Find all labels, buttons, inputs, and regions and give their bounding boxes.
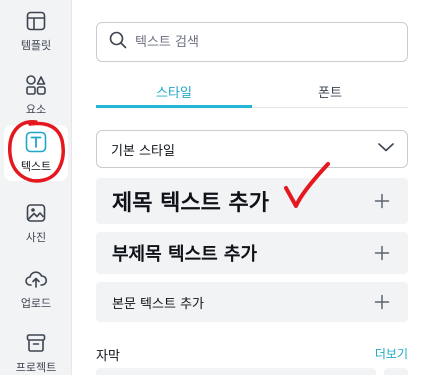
elements-icon: [23, 72, 49, 98]
add-subheading-button[interactable]: 부제목 텍스트 추가: [96, 232, 408, 274]
see-more-link[interactable]: 더보기: [375, 345, 408, 362]
photo-icon: [23, 200, 49, 226]
add-heading-button[interactable]: 제목 텍스트 추가: [96, 178, 408, 224]
text-icon: [23, 129, 49, 155]
sidebar-item-label: 업로드: [20, 297, 52, 310]
search-box[interactable]: [96, 22, 408, 62]
template-icon: [23, 8, 49, 34]
sidebar-item-photos[interactable]: 사진: [4, 196, 68, 252]
sidebar-item-text[interactable]: 텍스트: [4, 125, 68, 181]
plus-icon: [374, 245, 390, 261]
sidebar-item-templates[interactable]: 템플릿: [4, 4, 68, 60]
add-body-text-button[interactable]: 본문 텍스트 추가: [96, 282, 408, 322]
style-select[interactable]: 기본 스타일: [96, 130, 408, 168]
upload-icon: [23, 266, 49, 292]
left-sidebar: 템플릿 요소 텍스트 사진 업로드 프로젝트: [0, 0, 72, 375]
add-body-text-label: 본문 텍스트 추가: [112, 296, 204, 312]
chevron-down-icon: [377, 141, 395, 157]
style-select-value: 기본 스타일: [111, 143, 175, 159]
search-icon: [109, 31, 127, 53]
tab-style[interactable]: 스타일: [96, 76, 252, 106]
subtitle-preset-card[interactable]: [384, 368, 408, 375]
sidebar-item-label: 프로젝트: [15, 361, 57, 374]
plus-icon: [374, 294, 390, 310]
projects-icon: [23, 330, 49, 356]
subtitle-preset-card[interactable]: [96, 368, 376, 375]
plus-icon: [374, 193, 390, 209]
sidebar-item-projects[interactable]: 프로젝트: [4, 326, 68, 375]
sidebar-item-label: 요소: [25, 103, 47, 116]
tab-bar: 스타일 폰트: [96, 76, 408, 108]
active-tab-indicator: [96, 105, 252, 108]
sidebar-item-label: 텍스트: [20, 160, 52, 173]
sidebar-item-uploads[interactable]: 업로드: [4, 262, 68, 318]
search-input[interactable]: [135, 34, 395, 50]
subtitle-section-title: 자막: [96, 349, 120, 364]
tab-fonts[interactable]: 폰트: [252, 76, 408, 106]
sidebar-item-label: 템플릿: [20, 39, 52, 52]
add-heading-label: 제목 텍스트 추가: [112, 191, 269, 216]
sidebar-item-elements[interactable]: 요소: [4, 68, 68, 124]
sidebar-item-label: 사진: [25, 231, 47, 244]
text-panel: 스타일 폰트 기본 스타일 제목 텍스트 추가 부제목 텍스트 추가 본문 텍스…: [72, 0, 445, 375]
add-subheading-label: 부제목 텍스트 추가: [112, 244, 258, 265]
